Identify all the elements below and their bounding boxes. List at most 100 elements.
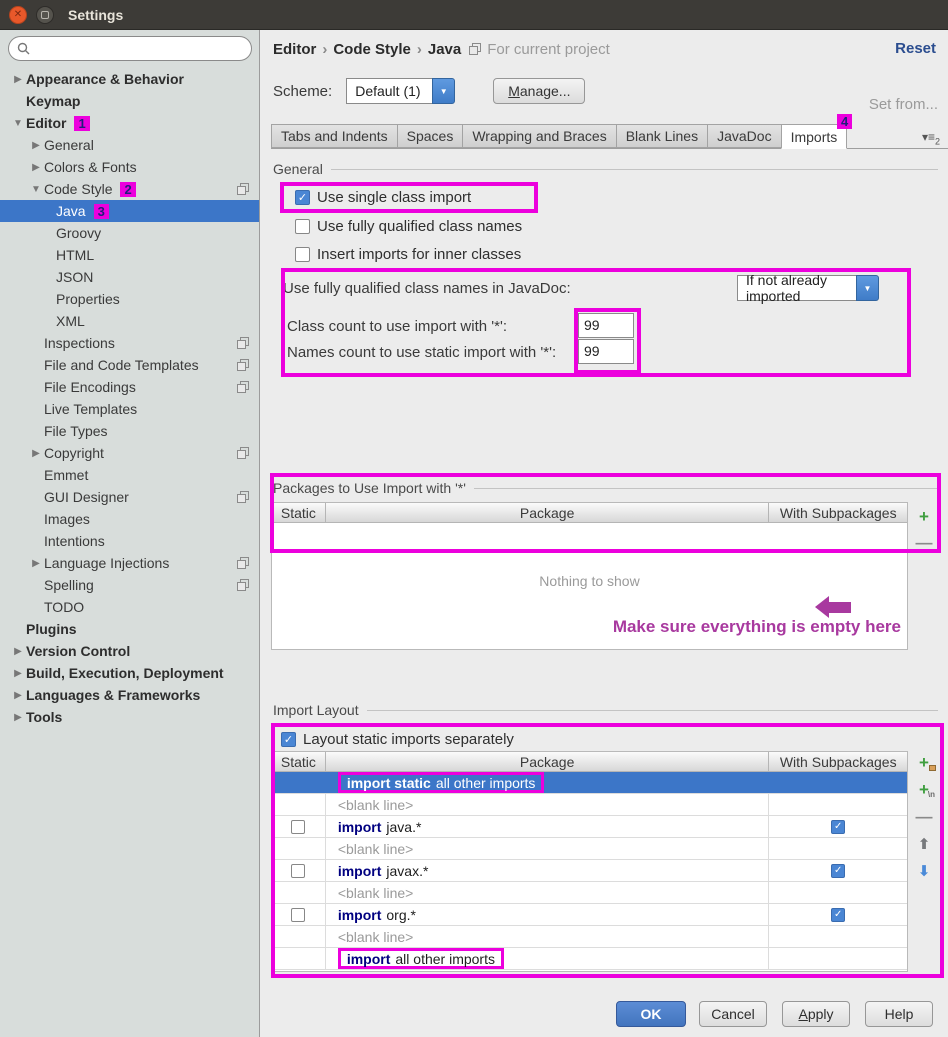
tab-tabs-and-indents[interactable]: Tabs and Indents [271,124,397,148]
sidebar-item-xml[interactable]: XML [0,310,259,332]
tab-javadoc[interactable]: JavaDoc [707,124,780,148]
tab-spaces[interactable]: Spaces [397,124,463,148]
with-subpackages-checkbox[interactable]: ✓ [831,820,845,834]
chevron-right-icon[interactable]: ▶ [10,690,26,701]
sidebar-item-build-execution-deployment[interactable]: ▶Build, Execution, Deployment [0,662,259,684]
maximize-icon[interactable] [36,6,54,24]
sidebar-item-spelling[interactable]: Spelling [0,574,259,596]
javadoc-select[interactable]: If not already imported ▼ [737,275,879,301]
import-layout-row-import-all-other-imports[interactable]: importall other imports [272,948,907,970]
import-layout-row-blank-line[interactable]: <blank line> [272,794,907,816]
import-layout-row-import-static-all-other-imports[interactable]: import staticall other imports [272,772,907,794]
sidebar-item-appearance-behavior[interactable]: ▶Appearance & Behavior [0,68,259,90]
sidebar-item-live-templates[interactable]: Live Templates [0,398,259,420]
with-subpackages-checkbox[interactable]: ✓ [831,864,845,878]
import-layout-row-blank-line[interactable]: <blank line> [272,838,907,860]
column-header-with-subpackages[interactable]: With Subpackages [769,503,907,522]
sidebar-item-java[interactable]: Java3 [0,200,259,222]
sidebar-item-json[interactable]: JSON [0,266,259,288]
use-single-class-import-checkbox[interactable]: ✓ [295,190,310,205]
close-icon[interactable]: ✕ [9,6,27,24]
sidebar-item-copyright[interactable]: ▶Copyright [0,442,259,464]
sidebar-item-groovy[interactable]: Groovy [0,222,259,244]
import-layout-table[interactable]: StaticPackageWith Subpackages import sta… [271,751,908,972]
sidebar-item-colors-fonts[interactable]: ▶Colors & Fonts [0,156,259,178]
chevron-right-icon[interactable]: ▶ [28,140,44,151]
cancel-button[interactable]: Cancel [699,1001,767,1027]
sidebar-item-general[interactable]: ▶General [0,134,259,156]
sidebar-item-gui-designer[interactable]: GUI Designer [0,486,259,508]
remove-icon[interactable]: — [914,533,934,553]
chevron-right-icon[interactable]: ▶ [10,74,26,85]
sidebar-item-version-control[interactable]: ▶Version Control [0,640,259,662]
insert-imports-for-inner-classes-checkbox[interactable] [295,247,310,262]
with-subpackages-checkbox[interactable]: ✓ [831,908,845,922]
chevron-right-icon[interactable]: ▶ [10,646,26,657]
move-up-icon[interactable]: ⬆ [914,834,934,854]
sidebar-item-inspections[interactable]: Inspections [0,332,259,354]
sidebar-item-properties[interactable]: Properties [0,288,259,310]
help-button[interactable]: Help [865,1001,933,1027]
sidebar-item-editor[interactable]: ▼Editor1 [0,112,259,134]
sidebar-item-keymap[interactable]: Keymap [0,90,259,112]
search-box[interactable] [8,36,252,61]
names-count-input[interactable]: 99 [578,339,634,364]
sidebar-item-code-style[interactable]: ▼Code Style2 [0,178,259,200]
chevron-right-icon[interactable]: ▶ [28,162,44,173]
import-layout-row-blank-line[interactable]: <blank line> [272,882,907,904]
add-icon[interactable]: + [914,507,934,527]
sidebar-item-html[interactable]: HTML [0,244,259,266]
column-header-static[interactable]: Static [272,752,326,771]
chevron-right-icon[interactable]: ▶ [10,712,26,723]
tab-blank-lines[interactable]: Blank Lines [616,124,707,148]
breadcrumb-item-editor[interactable]: Editor [273,41,316,58]
add-blank-line-icon[interactable]: +\n [914,780,934,800]
manage-button[interactable]: Manage... [493,78,585,104]
set-from-link[interactable]: Set from... [869,96,938,113]
remove-icon[interactable]: — [914,807,934,827]
add-package-icon[interactable]: + [914,753,934,773]
search-input[interactable] [35,41,251,56]
import-layout-row-import-javax[interactable]: importjavax.*✓ [272,860,907,882]
static-checkbox[interactable] [291,820,305,834]
chevron-down-icon[interactable]: ▼ [28,184,44,195]
import-layout-row-blank-line[interactable]: <blank line> [272,926,907,948]
use-fully-qualified-class-names-checkbox[interactable] [295,219,310,234]
sidebar-item-languages-frameworks[interactable]: ▶Languages & Frameworks [0,684,259,706]
import-layout-row-import-java[interactable]: importjava.*✓ [272,816,907,838]
sidebar-item-images[interactable]: Images [0,508,259,530]
tab-wrapping-and-braces[interactable]: Wrapping and Braces [462,124,615,148]
breadcrumb-item-code-style[interactable]: Code Style [333,41,411,58]
import-layout-row-import-org[interactable]: importorg.*✓ [272,904,907,926]
sidebar-item-tools[interactable]: ▶Tools [0,706,259,728]
tab-imports[interactable]: Imports4 [781,124,848,149]
sidebar-item-language-injections[interactable]: ▶Language Injections [0,552,259,574]
sidebar-item-emmet[interactable]: Emmet [0,464,259,486]
sidebar-item-file-and-code-templates[interactable]: File and Code Templates [0,354,259,376]
reset-link[interactable]: Reset [895,40,936,57]
column-header-package[interactable]: Package [326,752,770,771]
chevron-right-icon[interactable]: ▶ [28,558,44,569]
sidebar-item-file-encodings[interactable]: File Encodings [0,376,259,398]
chevron-down-icon[interactable]: ▼ [10,118,26,129]
static-checkbox[interactable] [291,864,305,878]
hidden-tabs-icon[interactable]: ▾≡2 [922,130,940,146]
column-header-package[interactable]: Package [326,503,770,522]
scheme-select[interactable]: Default (1) ▼ [346,78,455,104]
class-count-input[interactable]: 99 [578,313,634,338]
static-checkbox[interactable] [291,908,305,922]
packages-table[interactable]: StaticPackageWith Subpackages Nothing to… [271,502,908,650]
ok-button[interactable]: OK [616,1001,686,1027]
sidebar-item-todo[interactable]: TODO [0,596,259,618]
chevron-right-icon[interactable]: ▶ [28,448,44,459]
layout-static-separately-checkbox[interactable]: ✓ [281,732,296,747]
sidebar-item-file-types[interactable]: File Types [0,420,259,442]
column-header-with-subpackages[interactable]: With Subpackages [769,752,907,771]
chevron-right-icon[interactable]: ▶ [10,668,26,679]
apply-button[interactable]: Apply [782,1001,850,1027]
breadcrumb-item-java[interactable]: Java [428,41,461,58]
sidebar-item-plugins[interactable]: Plugins [0,618,259,640]
column-header-static[interactable]: Static [272,503,326,522]
sidebar-item-intentions[interactable]: Intentions [0,530,259,552]
move-down-icon[interactable]: ⬇ [914,861,934,881]
